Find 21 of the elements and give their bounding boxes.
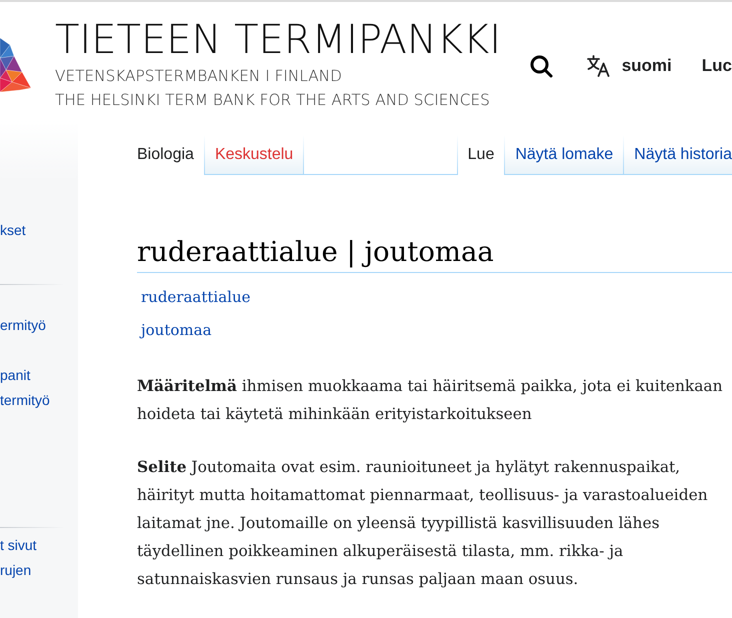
site-subtitle: VETENSKAPSTERMBANKEN I FINLAND [55, 66, 342, 87]
tab[interactable]: Keskustelu [204, 135, 304, 175]
logo-icon [0, 38, 31, 92]
nav-link[interactable]: Luc [702, 56, 732, 76]
sidebar-link[interactable]: termityö [0, 388, 50, 413]
sidebar-link[interactable]: kset [0, 218, 26, 243]
sidebar-link[interactable]: t sivut [0, 533, 37, 558]
site-subtitle: THE HELSINKI TERM BANK FOR THE ARTS AND SCIENCES [55, 90, 490, 111]
sidebar-link[interactable]: rujen [0, 558, 32, 583]
term-link[interactable]: ruderaattialue [141, 281, 250, 314]
search-icon[interactable] [530, 54, 553, 78]
language-selector[interactable]: suomi [586, 55, 672, 77]
language-icon [586, 55, 611, 77]
article-paragraph: Selite Joutomaita ovat esim. raunioituneet ja hylätyt rakennuspaikat, häirityt mutta hoitamattomat piennarmaat, teollisuus- ja varastoalueiden laitamat jne. Joutomaille on yleensä tyypillistä kasvillisuuden lähes täydellinen poikkeaminen alkuperäisestä tilasta, mm. rikka- ja satunnaiskasvien runsaus ja runsas paljaan maan osuus. [137, 457, 709, 590]
article-paragraph: Määritelmä ihmisen muokkaama tai häiritsemä paikka, jota ei kuitenkaan hoideta tai käytetä mihinkään erityistarkoitukseen [137, 376, 724, 425]
term-link[interactable]: joutomaa [141, 314, 212, 347]
page-heading: ruderaattialue | joutomaa [137, 232, 732, 273]
tab[interactable]: Näytä lomake [505, 135, 624, 175]
site-title[interactable]: TIETEEN TERMIPANKKI [55, 20, 502, 60]
sidebar-link[interactable]: panit [0, 363, 30, 388]
sidebar-link[interactable]: ermityö [0, 313, 46, 338]
